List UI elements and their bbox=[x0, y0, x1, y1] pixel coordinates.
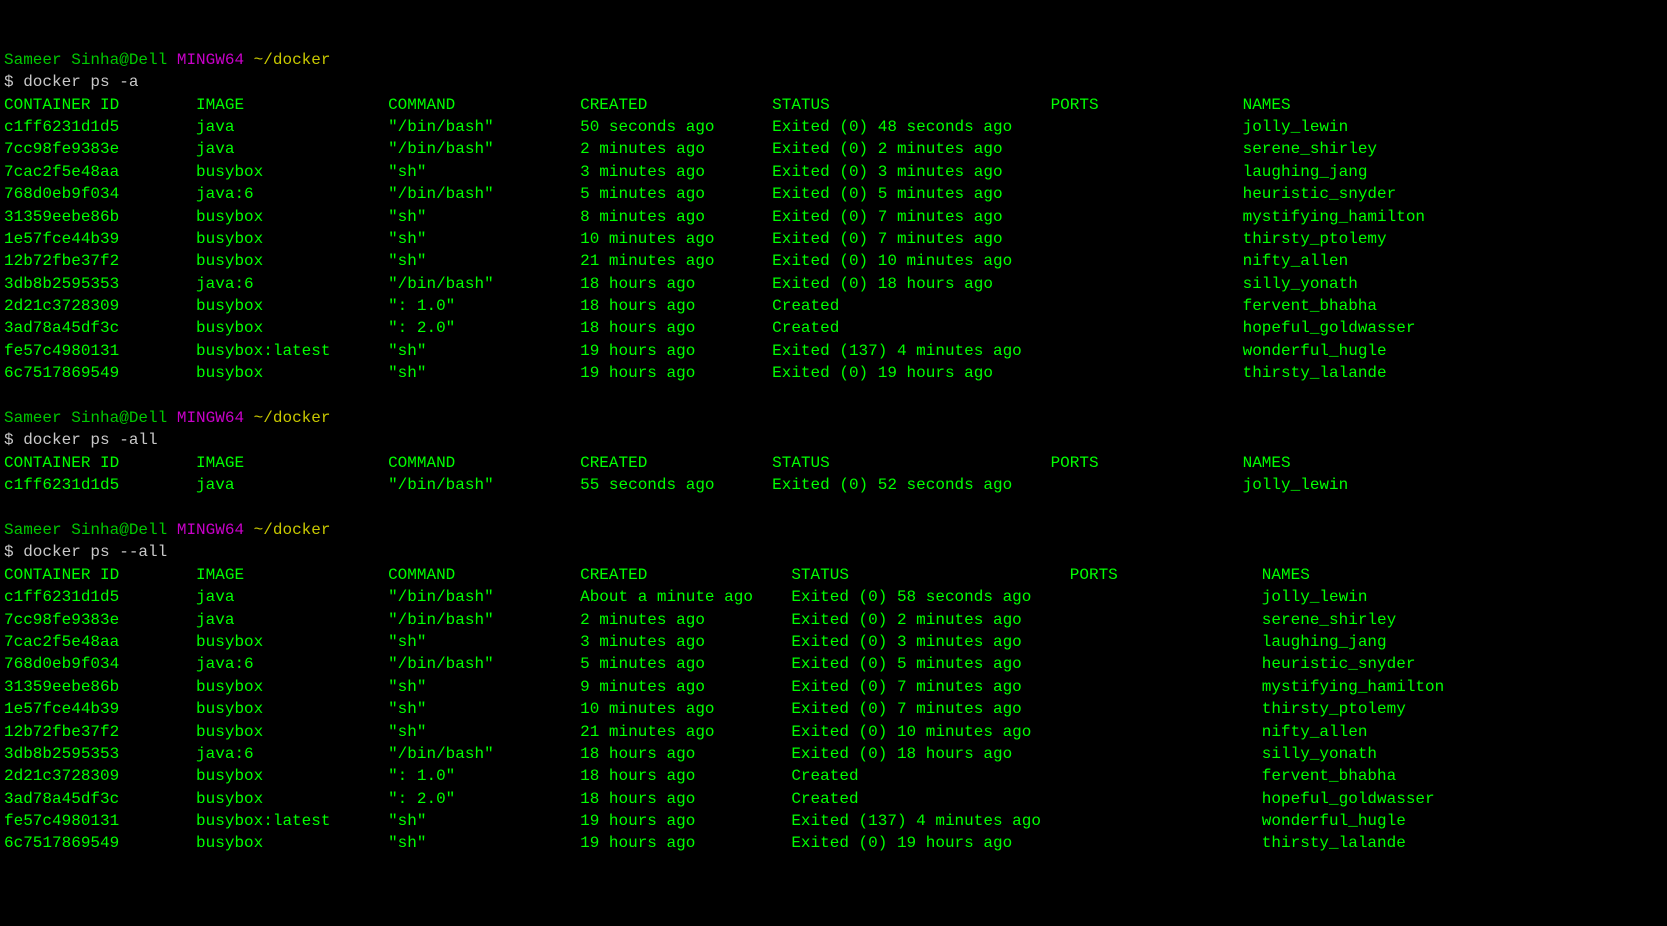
terminal-output[interactable]: Sameer Sinha@Dell MINGW64 ~/docker $ doc… bbox=[4, 49, 1663, 855]
